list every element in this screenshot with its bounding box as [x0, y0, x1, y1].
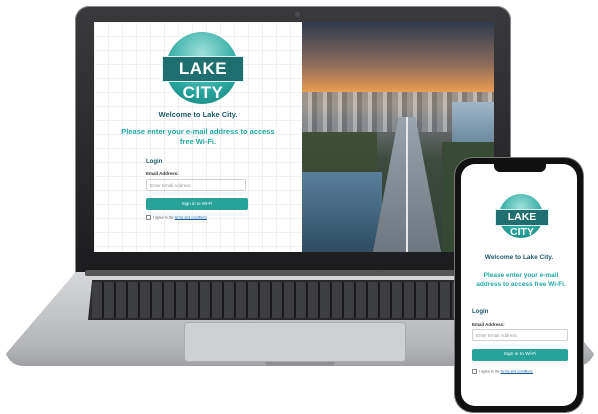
logo-text: LAKE CITY [162, 56, 244, 102]
laptop-camera-icon [295, 12, 300, 17]
trackpad [184, 322, 406, 362]
instruction-text: Please enter your e-mail address to acce… [476, 272, 566, 288]
sign-in-button[interactable]: Sign in to Wi-Fi [146, 198, 248, 210]
email-label: Email Address: [146, 171, 179, 176]
login-heading: Login [146, 159, 163, 165]
checkbox-icon[interactable] [146, 215, 151, 220]
instruction-text: Please enter your e-mail address to acce… [121, 127, 275, 146]
agree-prefix: I agree to the [153, 215, 174, 220]
laptop-screen: LAKE CITY Welcome to Lake City. Please e… [94, 22, 494, 252]
email-field[interactable]: Enter Email Address [146, 179, 246, 191]
keyboard-keys [92, 282, 494, 318]
agree-prefix: I agree to the [479, 369, 500, 374]
photo-lake-left [302, 172, 382, 252]
welcome-heading: Welcome to Lake City. [158, 110, 238, 119]
photo-highway-divider [406, 117, 408, 252]
welcome-heading: Welcome to Lake City. [484, 254, 554, 261]
photo-lake-right [452, 102, 494, 142]
checkbox-icon[interactable] [472, 369, 477, 374]
photo-trees-left [302, 132, 377, 177]
phone-notch [494, 164, 546, 172]
email-label: Email Address: [472, 322, 505, 327]
logo-text: LAKE CITY [495, 209, 549, 238]
email-field[interactable]: Enter Email Address [472, 329, 568, 341]
sign-in-button[interactable]: Sign in to Wi-Fi [472, 349, 568, 361]
terms-agreement: I agree to the terms and conditions [472, 369, 533, 374]
terms-link[interactable]: terms and conditions [501, 369, 533, 373]
laptop-hinge [85, 270, 501, 276]
terms-link[interactable]: terms and conditions [175, 215, 207, 219]
laptop-lip [265, 362, 335, 366]
phone-screen: LAKE CITY Welcome to Lake City. Please e… [461, 164, 577, 406]
terms-agreement: I agree to the terms and conditions [146, 215, 207, 220]
login-heading: Login [472, 309, 489, 315]
